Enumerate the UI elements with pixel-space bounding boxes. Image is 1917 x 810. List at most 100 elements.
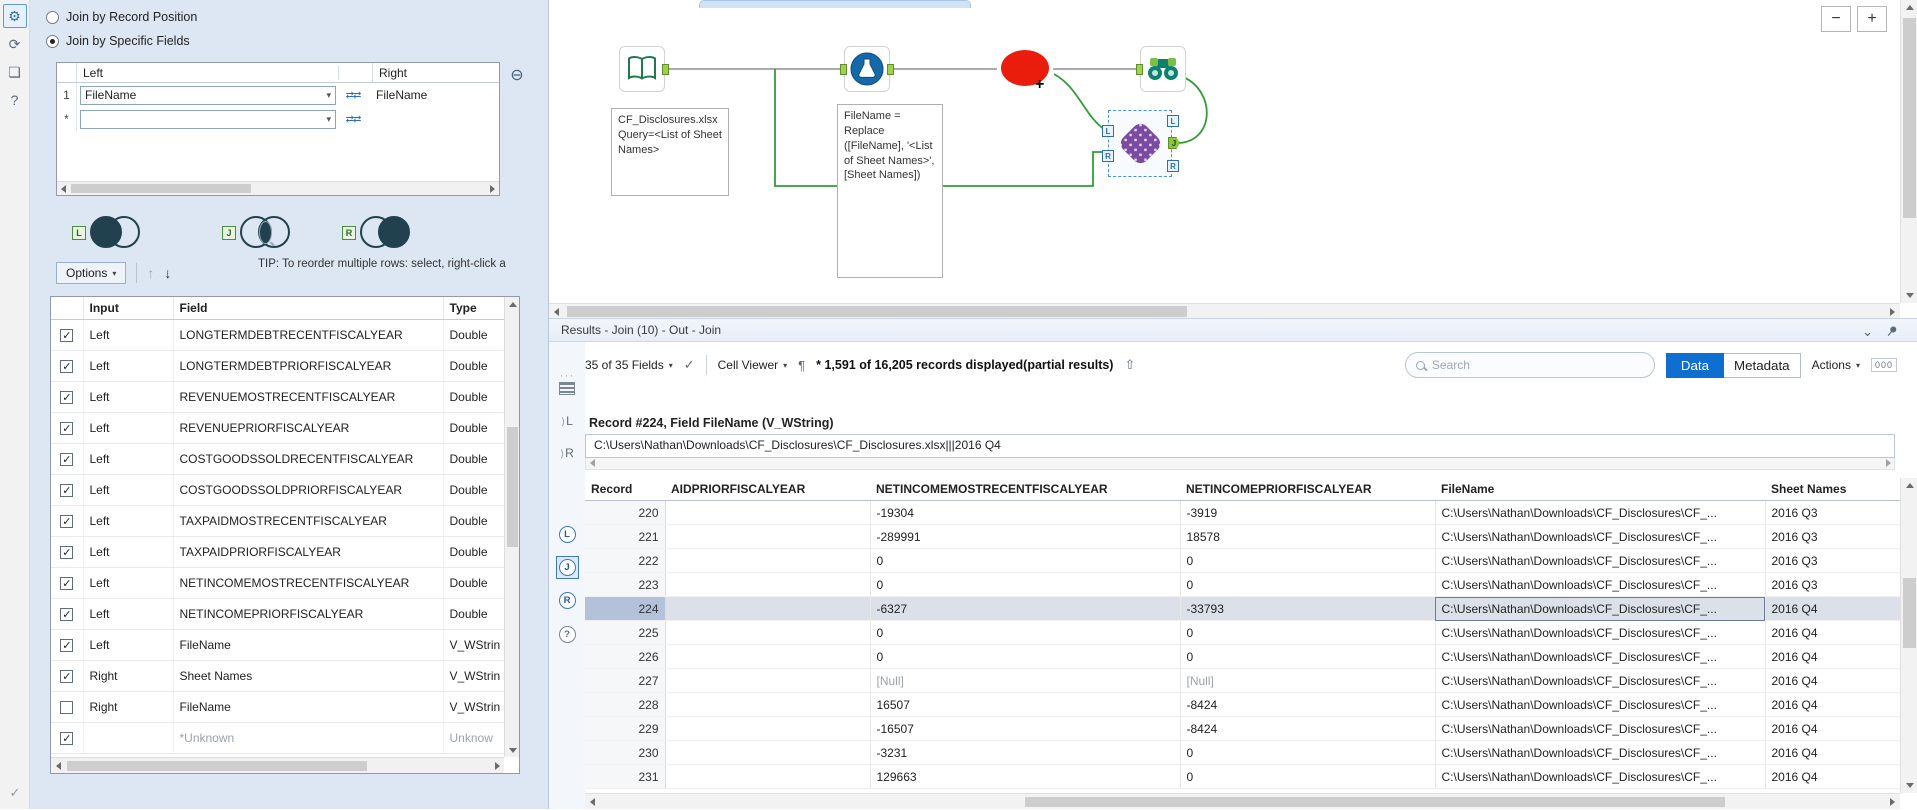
scrollbar-thumb[interactable] xyxy=(1025,797,1725,807)
field-checkbox[interactable] xyxy=(60,638,74,652)
scroll-down-icon[interactable] xyxy=(1901,778,1917,793)
net-income-recent-cell[interactable]: -16507 xyxy=(870,716,1181,741)
field-checkbox[interactable] xyxy=(60,483,74,497)
net-income-recent-cell[interactable]: 0 xyxy=(870,620,1181,645)
data-row[interactable]: 229 -16507 -8424 C:\Users\Nathan\Downloa… xyxy=(585,716,1900,741)
field-checkbox[interactable] xyxy=(60,669,74,683)
paid-prior-column-header[interactable]: AIDPRIORFISCALYEAR xyxy=(665,478,870,501)
net-income-recent-cell[interactable]: -6327 xyxy=(870,596,1181,621)
filename-cell[interactable]: C:\Users\Nathan\Downloads\CF_Disclosures… xyxy=(1435,524,1766,549)
net-income-recent-cell[interactable]: 16507 xyxy=(870,692,1181,717)
net-income-recent-cell[interactable]: -3231 xyxy=(870,740,1181,765)
show-whitespace-icon[interactable]: ¶ xyxy=(798,358,805,373)
cell-viewer-dropdown[interactable]: Cell Viewer xyxy=(718,358,787,372)
field-row[interactable]: Left COSTGOODSSOLDRECENTFISCALYEAR Doubl… xyxy=(51,443,505,475)
data-row[interactable]: 224 -6327 -33793 C:\Users\Nathan\Downloa… xyxy=(585,596,1900,621)
net-income-prior-cell[interactable]: 0 xyxy=(1180,620,1436,645)
filename-cell[interactable]: C:\Users\Nathan\Downloads\CF_Disclosures… xyxy=(1435,620,1766,645)
scrollbar-thumb[interactable] xyxy=(507,427,518,547)
data-row[interactable]: 230 -3231 0 C:\Users\Nathan\Downloads\CF… xyxy=(585,740,1900,765)
field-row[interactable]: Left LONGTERMDEBTPRIORFISCALYEAR Double xyxy=(51,350,505,382)
paid-prior-cell[interactable] xyxy=(665,596,871,621)
sheet-names-cell[interactable]: 2016 Q3 xyxy=(1765,548,1900,573)
paid-prior-cell[interactable] xyxy=(665,524,871,549)
record-cell[interactable]: 222 xyxy=(585,548,666,573)
scroll-down-icon[interactable] xyxy=(1901,288,1917,303)
net-income-prior-cell[interactable]: 0 xyxy=(1180,548,1436,573)
field-row[interactable]: Left LONGTERMDEBTRECENTFISCALYEAR Double xyxy=(51,319,505,351)
field-checkbox[interactable] xyxy=(60,328,74,342)
net-income-prior-cell[interactable]: 0 xyxy=(1180,572,1436,597)
data-row[interactable]: 231 129663 0 C:\Users\Nathan\Downloads\C… xyxy=(585,764,1900,789)
output-join-button-selected[interactable]: J xyxy=(549,556,585,579)
scroll-down-icon[interactable] xyxy=(505,743,520,757)
paid-prior-cell[interactable] xyxy=(665,620,871,645)
net-income-recent-cell[interactable]: 0 xyxy=(870,548,1181,573)
field-row[interactable]: Left NETINCOMEPRIORFISCALYEAR Double xyxy=(51,598,505,630)
formula-tool-annotation[interactable]: FileName = Replace ([FileName], '<List o… xyxy=(837,104,943,278)
net-income-prior-cell[interactable]: -8424 xyxy=(1180,716,1436,741)
scrollbar-thumb[interactable] xyxy=(567,306,1187,317)
zoom-in-button[interactable]: + xyxy=(1857,6,1887,32)
scrollbar-thumb[interactable] xyxy=(1903,18,1916,218)
field-row[interactable]: Left REVENUEPRIORFISCALYEAR Double xyxy=(51,412,505,444)
sheet-names-cell[interactable]: 2016 Q3 xyxy=(1765,500,1900,525)
data-row[interactable]: 223 0 0 C:\Users\Nathan\Downloads\CF_Dis… xyxy=(585,572,1900,597)
net-income-prior-cell[interactable]: -3919 xyxy=(1180,500,1436,525)
selected-cell-value[interactable]: C:\Users\Nathan\Downloads\CF_Disclosures… xyxy=(585,434,1895,458)
filename-cell[interactable]: C:\Users\Nathan\Downloads\CF_Disclosures… xyxy=(1435,716,1766,741)
field-row[interactable]: Right FileName V_WStrin xyxy=(51,691,505,723)
paid-prior-cell[interactable] xyxy=(665,764,871,789)
record-cell[interactable]: 226 xyxy=(585,644,666,669)
field-row[interactable]: Right Sheet Names V_WStrin xyxy=(51,660,505,692)
parse-up-icon[interactable]: ⇧ xyxy=(1124,357,1135,373)
sheet-names-cell[interactable]: 2016 Q3 xyxy=(1765,572,1900,597)
join-output-left-anchor[interactable]: L xyxy=(1167,115,1179,127)
scroll-left-icon[interactable] xyxy=(585,794,600,810)
filename-cell[interactable]: C:\Users\Nathan\Downloads\CF_Disclosures… xyxy=(1435,764,1766,789)
browse-tool[interactable] xyxy=(1136,46,1186,92)
scroll-up-icon[interactable] xyxy=(505,297,520,311)
net-income-prior-cell[interactable]: 18578 xyxy=(1180,524,1436,549)
field-checkbox[interactable] xyxy=(60,359,74,373)
workflow-refresh-icon[interactable]: ⟳ xyxy=(3,32,27,56)
sheet-names-cell[interactable]: 2016 Q4 xyxy=(1765,716,1900,741)
record-cell[interactable]: 221 xyxy=(585,524,666,549)
paid-prior-cell[interactable] xyxy=(665,572,871,597)
canvas-horizontal-scrollbar[interactable] xyxy=(549,303,1900,318)
join-by-specific-fields-option[interactable]: Join by Specific Fields xyxy=(46,34,548,48)
paid-prior-cell[interactable] xyxy=(665,692,871,717)
join-input-right-anchor[interactable]: R xyxy=(1102,150,1114,162)
data-row[interactable]: 222 0 0 C:\Users\Nathan\Downloads\CF_Dis… xyxy=(585,548,1900,573)
sheet-names-cell[interactable]: 2016 Q4 xyxy=(1765,740,1900,765)
paid-prior-cell[interactable] xyxy=(665,644,871,669)
search-input[interactable] xyxy=(1431,358,1622,372)
radio-selected-icon[interactable] xyxy=(46,34,59,48)
field-row[interactable]: Left COSTGOODSSOLDPRIORFISCALYEAR Double xyxy=(51,474,505,506)
scroll-left-icon[interactable] xyxy=(549,304,564,318)
paid-prior-cell[interactable] xyxy=(665,740,871,765)
move-row-down-icon[interactable]: ↓ xyxy=(164,265,171,281)
swap-fields-icon[interactable]: ⇄⇄ xyxy=(336,114,370,125)
filename-cell[interactable]: C:\Users\Nathan\Downloads\CF_Disclosures… xyxy=(1435,500,1766,525)
output-right-button[interactable]: R xyxy=(549,592,585,609)
data-row[interactable]: 225 0 0 C:\Users\Nathan\Downloads\CF_Dis… xyxy=(585,620,1900,645)
net-income-prior-column-header[interactable]: NETINCOMEPRIORFISCALYEAR xyxy=(1180,478,1435,501)
record-cell[interactable]: 229 xyxy=(585,716,666,741)
horizontal-scrollbar[interactable] xyxy=(51,757,504,773)
join-output-right-anchor[interactable]: R xyxy=(1167,160,1179,172)
data-row[interactable]: 226 0 0 C:\Users\Nathan\Downloads\CF_Dis… xyxy=(585,644,1900,669)
net-income-recent-column-header[interactable]: NETINCOMEMOSTRECENTFISCALYEAR xyxy=(870,478,1180,501)
scroll-right-icon[interactable] xyxy=(1885,304,1900,318)
join-tool-selected[interactable]: L R L J R xyxy=(1102,110,1180,177)
grid-vertical-scrollbar[interactable] xyxy=(1900,478,1917,793)
output-anchor[interactable] xyxy=(662,64,669,75)
paid-prior-cell[interactable] xyxy=(665,500,871,525)
field-row[interactable]: Left FileName V_WStrin xyxy=(51,629,505,661)
data-row[interactable]: 220 -19304 -3919 C:\Users\Nathan\Downloa… xyxy=(585,500,1900,525)
scroll-right-icon[interactable] xyxy=(486,182,499,195)
page-size-indicator[interactable]: 000 xyxy=(1870,358,1897,372)
scroll-up-icon[interactable] xyxy=(1901,478,1917,493)
record-cell[interactable]: 227 xyxy=(585,668,666,693)
join-input-left-anchor[interactable]: L xyxy=(1102,125,1114,137)
